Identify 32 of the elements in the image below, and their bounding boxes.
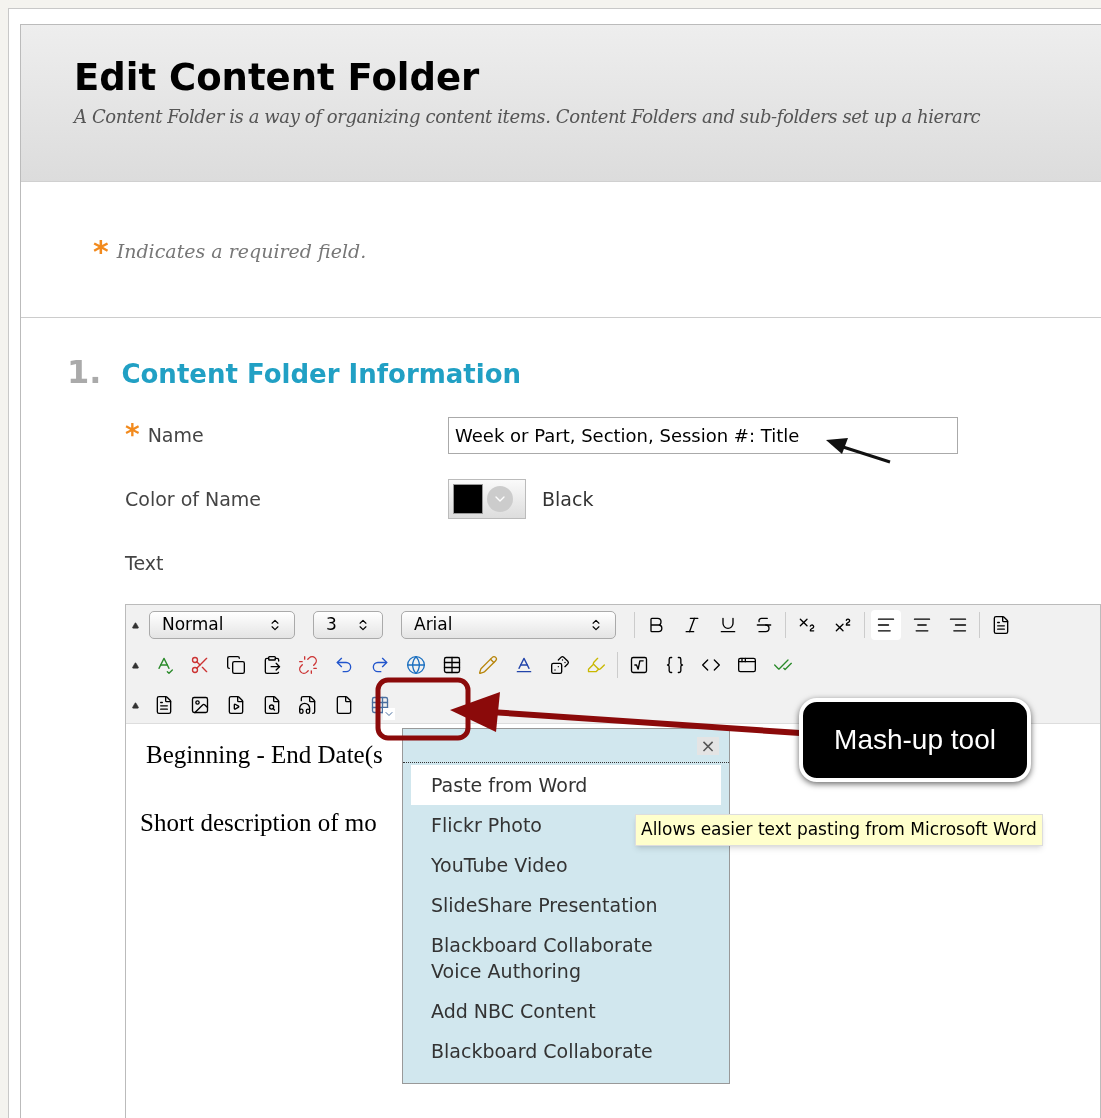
menu-item[interactable]: Blackboard Collaborate Voice Authoring: [411, 925, 721, 991]
body-text: Short description of mo: [140, 807, 378, 838]
color-picker[interactable]: [448, 479, 526, 519]
chevron-down-icon: [487, 486, 513, 512]
menu-item[interactable]: SlideShare Presentation: [411, 885, 721, 925]
page-description: A Content Folder is a way of organizing content items. Content Folders and sub-folders set up a hierarc: [74, 105, 982, 130]
collapse-icon[interactable]: [132, 701, 139, 709]
required-asterisk: *: [93, 236, 109, 267]
collapse-icon[interactable]: [132, 661, 139, 669]
body-text: Beginning - End Date(s: [145, 740, 384, 770]
menu-item[interactable]: YouTube Video: [411, 845, 721, 885]
pointer-arrow: [826, 438, 891, 464]
name-field[interactable]: Week or Part, Section, Session #: Title: [448, 416, 958, 454]
section-title: Content Folder Information: [121, 358, 522, 391]
field-label: Text: [125, 550, 164, 576]
section-number: 1.: [67, 352, 102, 393]
field-label: Color of Name: [125, 486, 262, 512]
format-select[interactable]: Normal: [149, 611, 295, 639]
field-label: Name: [147, 422, 204, 448]
page-title: Edit Content Folder: [74, 55, 481, 101]
format-select[interactable]: 3: [313, 611, 383, 639]
close-button[interactable]: ×: [697, 736, 719, 755]
align-left-icon[interactable]: [871, 610, 901, 640]
required-asterisk: *: [125, 421, 140, 449]
format-select[interactable]: Arial: [401, 611, 616, 639]
tooltip: Allows easier text pasting from Microsoft Word: [635, 814, 1043, 846]
menu-item[interactable]: Paste from Word: [411, 765, 721, 805]
color-value: Black: [542, 486, 594, 512]
required-note: Indicates a required field.: [116, 239, 367, 265]
menu-item[interactable]: Blackboard Collaborate: [411, 1031, 721, 1071]
menu-item[interactable]: Add NBC Content: [411, 991, 721, 1031]
collapse-icon[interactable]: [132, 621, 139, 629]
